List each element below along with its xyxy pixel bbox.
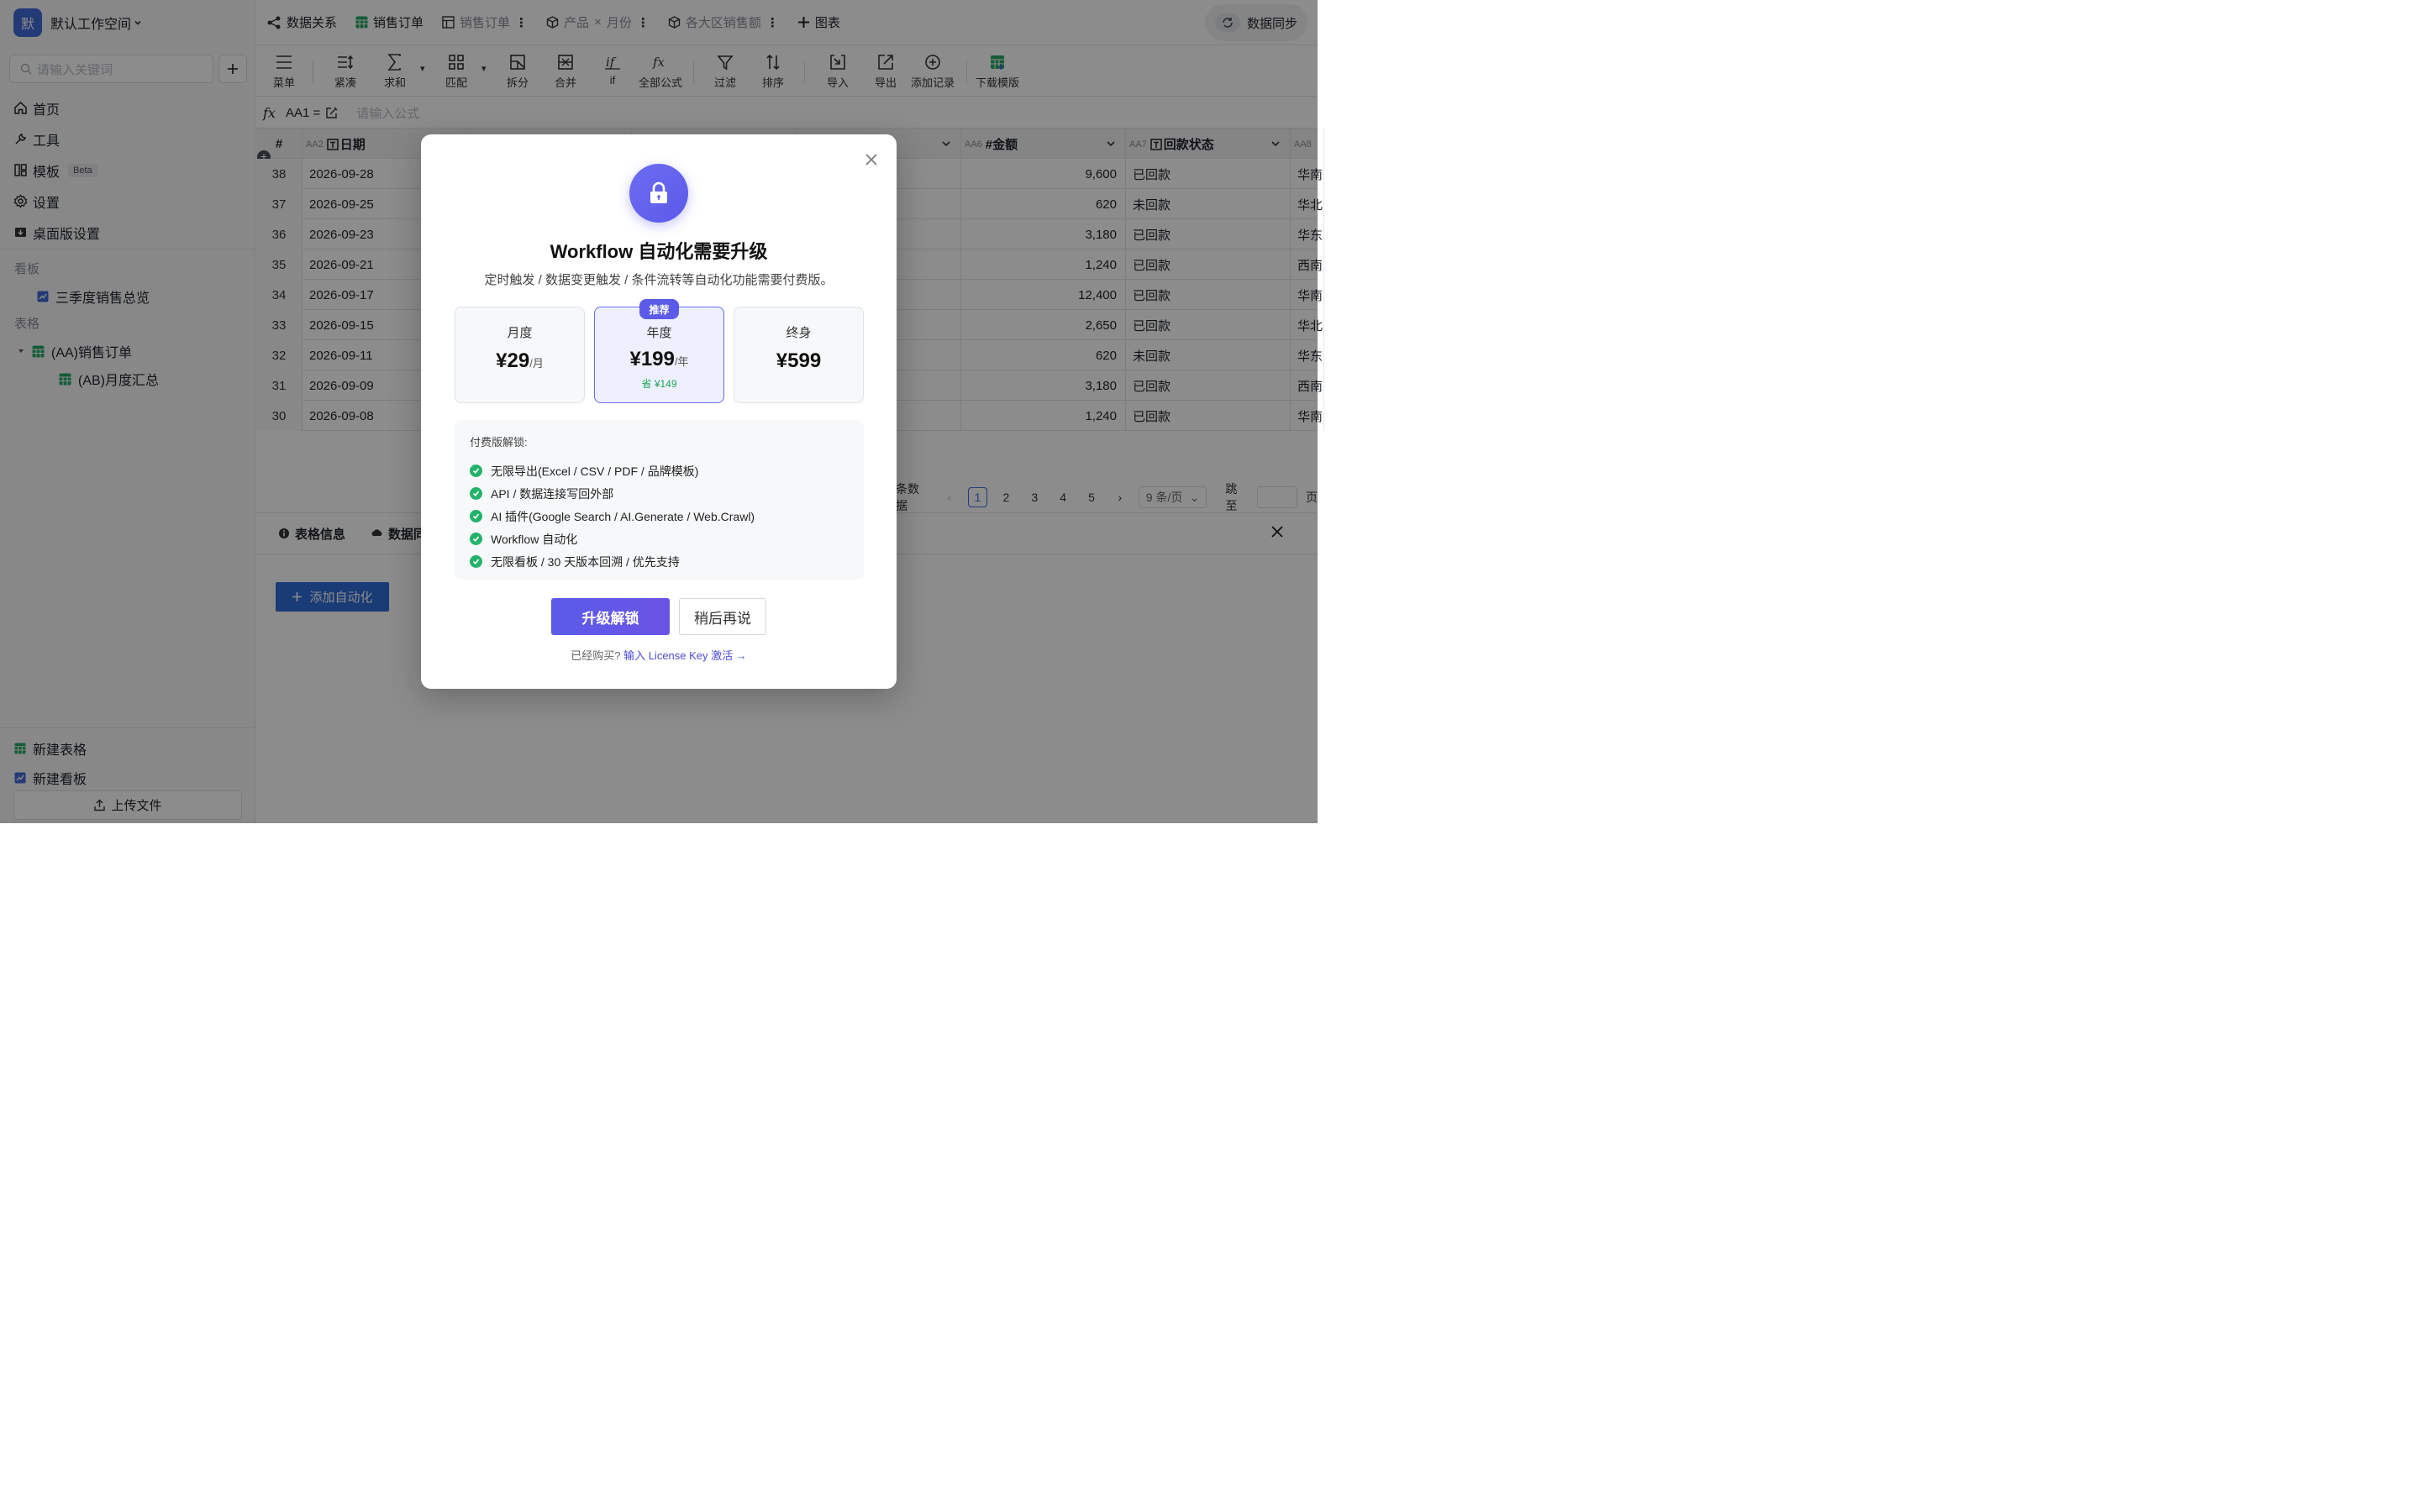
plan-unit: /月	[529, 357, 544, 370]
plan-name: 月度	[507, 326, 533, 340]
feature-item: Workflow 自动化	[470, 528, 849, 550]
feature-item: 无限看板 / 30 天版本回溯 / 优先支持	[470, 550, 849, 573]
plan-monthly[interactable]: 月度 ¥29/月	[455, 307, 585, 403]
upgrade-button[interactable]: 升级解锁	[551, 598, 670, 635]
features-title: 付费版解锁:	[470, 436, 528, 449]
feature-list: 无限导出(Excel / CSV / PDF / 品牌模板) API / 数据连接…	[470, 459, 849, 573]
check-icon	[470, 533, 482, 545]
later-button[interactable]: 稍后再说	[679, 598, 766, 635]
feature-text: AI 插件(Google Search / AI.Generate / Web.…	[491, 509, 755, 523]
lock-badge	[629, 164, 688, 223]
license-footer: 已经购买? 输入 License Key 激活 →	[421, 647, 897, 663]
upgrade-modal: Workflow 自动化需要升级 定时触发 / 数据变更触发 / 条件流转等自动…	[421, 134, 897, 689]
lock-icon	[650, 181, 667, 203]
feature-item: AI 插件(Google Search / AI.Generate / Web.…	[470, 505, 849, 528]
feature-text: API / 数据连接写回外部	[491, 486, 614, 501]
plan-name: 年度	[646, 326, 672, 340]
plan-price: ¥599	[776, 349, 822, 372]
license-key-link[interactable]: 输入 License Key 激活 →	[623, 649, 747, 662]
check-icon	[470, 487, 482, 500]
check-icon	[470, 555, 482, 568]
footer-text: 已经购买?	[571, 649, 621, 662]
check-icon	[470, 510, 482, 522]
plan-yearly[interactable]: 推荐 年度 ¥199/年 省 ¥149	[594, 299, 724, 403]
plan-savings: 省 ¥149	[641, 378, 677, 390]
feature-item: 无限导出(Excel / CSV / PDF / 品牌模板)	[470, 459, 849, 482]
feature-text: 无限导出(Excel / CSV / PDF / 品牌模板)	[491, 464, 699, 478]
plan-price: ¥29	[496, 349, 530, 372]
plan-price: ¥199	[629, 348, 675, 370]
feature-text: 无限看板 / 30 天版本回溯 / 优先支持	[491, 554, 680, 569]
plan-name: 终身	[786, 326, 812, 340]
modal-title: Workflow 自动化需要升级	[550, 241, 768, 262]
feature-text: Workflow 自动化	[491, 532, 578, 546]
check-icon	[470, 465, 482, 477]
recommended-badge: 推荐	[639, 299, 679, 319]
feature-item: API / 数据连接写回外部	[470, 482, 849, 505]
plan-unit: /年	[674, 355, 689, 368]
plan-lifetime[interactable]: 终身 ¥599	[734, 307, 864, 403]
close-icon[interactable]	[865, 153, 878, 166]
modal-subtitle: 定时触发 / 数据变更触发 / 条件流转等自动化功能需要付费版。	[484, 273, 834, 287]
features-box: 付费版解锁: 无限导出(Excel / CSV / PDF / 品牌模板) API…	[455, 420, 864, 580]
